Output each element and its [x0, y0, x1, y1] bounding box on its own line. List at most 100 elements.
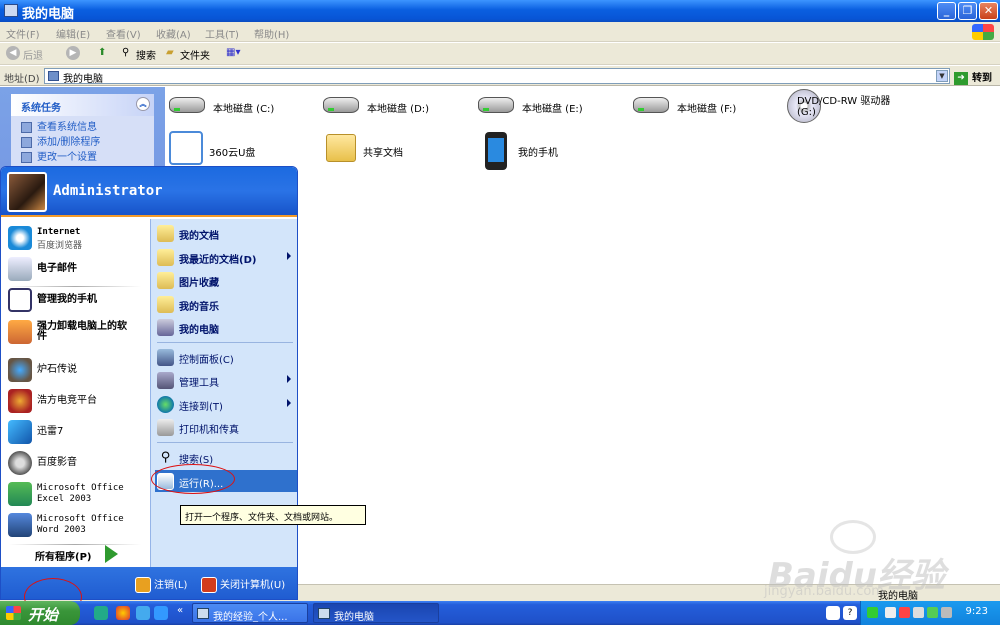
place-label: 连接到(T) — [179, 402, 223, 413]
place-my-computer[interactable]: 我的电脑 — [155, 316, 297, 338]
hard-disk-icon — [323, 97, 359, 113]
menu-edit[interactable]: 编辑(E) — [56, 26, 90, 41]
program-internet[interactable]: Internet 百度浏览器 — [5, 223, 147, 253]
phone-icon[interactable] — [485, 132, 507, 170]
user-name: Administrator — [53, 183, 163, 199]
place-label: 图片收藏 — [179, 278, 219, 289]
my-computer-icon — [4, 4, 18, 17]
shield-icon[interactable] — [927, 607, 938, 618]
program-word[interactable]: Microsoft Office Word 2003 — [5, 510, 147, 540]
place-my-pictures[interactable]: 图片收藏 — [155, 269, 297, 291]
forward-icon[interactable]: ▶ — [66, 46, 80, 60]
close-button[interactable]: ✕ — [979, 2, 998, 20]
taskbar: 开始 « 我的经验_个人... 我的电脑 ? 9:23 — [0, 601, 1000, 625]
start-menu: Administrator Internet 百度浏览器 电子邮件 管理我的手机… — [0, 166, 298, 600]
task-link-add-remove[interactable]: 添加/删除程序 — [11, 135, 154, 150]
menu-help[interactable]: 帮助(H) — [254, 26, 289, 41]
dvd-label-line2: (G:) — [797, 107, 816, 118]
program-hearthstone[interactable]: 炉石传说 — [5, 355, 147, 385]
taskbar-button-my-computer[interactable]: 我的电脑 — [313, 603, 439, 623]
volume-icon[interactable] — [913, 607, 924, 618]
go-button[interactable]: ➜ 转到 — [954, 69, 992, 85]
excel-icon — [8, 482, 32, 506]
place-admin-tools[interactable]: 管理工具 — [155, 369, 297, 391]
menu-tools[interactable]: 工具(T) — [205, 26, 239, 41]
usb-drive-label[interactable]: 360云U盘 — [209, 144, 255, 159]
search-button[interactable]: 搜索 — [136, 47, 156, 62]
program-title: 炉石传说 — [37, 364, 77, 375]
submenu-arrow-icon — [287, 399, 291, 407]
program-excel[interactable]: Microsoft Office Excel 2003 — [5, 479, 147, 509]
folders-button[interactable]: 文件夹 — [180, 47, 210, 62]
task-link-system-info[interactable]: 查看系统信息 — [11, 120, 154, 135]
clock[interactable]: 9:23 — [966, 606, 988, 617]
place-my-documents[interactable]: 我的文档 — [155, 222, 297, 244]
chevron-down-icon[interactable]: ▼ — [936, 70, 948, 82]
task-link-settings[interactable]: 更改一个设置 — [11, 150, 154, 165]
program-title-line2: 件 — [37, 331, 47, 342]
back-icon[interactable]: ◀ — [6, 46, 20, 60]
ie-icon[interactable] — [136, 606, 150, 620]
show-desktop-icon[interactable] — [94, 606, 108, 620]
place-recent-documents[interactable]: 我最近的文档(D) — [155, 246, 297, 268]
program-thunder[interactable]: 迅雷7 — [5, 417, 147, 447]
windows-logo-icon — [6, 606, 21, 620]
program-subtitle: Word 2003 — [37, 525, 86, 535]
security-icon[interactable] — [899, 607, 910, 618]
run-tooltip: 打开一个程序、文件夹、文档或网站。 — [180, 505, 366, 525]
place-my-music[interactable]: 我的音乐 — [155, 293, 297, 315]
drive-label: 本地磁盘 (F:) — [677, 104, 737, 115]
word-icon — [8, 513, 32, 537]
network-icon[interactable] — [867, 607, 878, 618]
tray-expand-icon[interactable] — [885, 607, 896, 618]
minimize-button[interactable]: _ — [937, 2, 956, 20]
task-link-label: 添加/删除程序 — [37, 137, 101, 148]
haofang-icon — [8, 389, 32, 413]
tray-keyboard-icon[interactable] — [826, 606, 840, 620]
avatar[interactable] — [7, 172, 47, 212]
dvd-label-line1: DVD/CD-RW 驱动器 — [797, 96, 891, 107]
window-titlebar[interactable]: 我的电脑 _ ❐ ✕ — [0, 0, 1000, 22]
program-email[interactable]: 电子邮件 — [5, 254, 147, 284]
chrome-icon[interactable] — [116, 606, 130, 620]
taskbar-button-browser[interactable]: 我的经验_个人... — [192, 603, 308, 623]
up-folder-icon[interactable]: ⬆ — [98, 47, 106, 58]
program-haofang[interactable]: 浩方电竞平台 — [5, 386, 147, 416]
shutdown-button[interactable]: 关闭计算机(U) — [201, 576, 285, 593]
menu-favorites[interactable]: 收藏(A) — [156, 26, 191, 41]
program-manage-phone[interactable]: 管理我的手机 — [5, 285, 147, 315]
drive-label: 本地磁盘 (C:) — [213, 104, 275, 115]
usb-drive-icon[interactable] — [169, 131, 203, 165]
pictures-folder-icon — [157, 272, 174, 289]
back-button[interactable]: 后退 — [23, 47, 43, 62]
restore-button[interactable]: ❐ — [958, 2, 977, 20]
place-connect-to[interactable]: 连接到(T) — [155, 393, 297, 415]
system-tasks-header[interactable]: 系统任务 ︽ — [11, 94, 154, 116]
arrow-right-icon[interactable] — [105, 545, 118, 563]
quicklaunch-expand-icon[interactable]: « — [177, 605, 183, 616]
all-programs-button[interactable]: 所有程序(P) — [35, 548, 91, 563]
search-icon: ⚲ — [122, 47, 130, 58]
place-printers[interactable]: 打印机和传真 — [155, 416, 297, 438]
folders-icon: ▰ — [166, 47, 174, 58]
place-control-panel[interactable]: 控制面板(C) — [155, 346, 297, 368]
logoff-button[interactable]: 注销(L) — [135, 576, 187, 593]
collapse-icon[interactable]: ︽ — [136, 97, 150, 111]
menu-file[interactable]: 文件(F) — [6, 26, 40, 41]
menu-view[interactable]: 查看(V) — [106, 26, 141, 41]
help-icon[interactable]: ? — [843, 606, 857, 620]
programs-icon — [21, 137, 32, 148]
shared-docs-label[interactable]: 共享文档 — [363, 144, 403, 159]
folder-icon[interactable] — [326, 134, 356, 162]
program-title: 电子邮件 — [37, 263, 77, 274]
address-field[interactable]: 我的电脑 ▼ — [44, 68, 950, 85]
start-button[interactable]: 开始 — [0, 601, 80, 625]
media-icon[interactable] — [154, 606, 168, 620]
program-baidu-player[interactable]: 百度影音 — [5, 448, 147, 478]
program-title: 管理我的手机 — [37, 294, 97, 305]
taskbar-button-label: 我的经验_个人... — [213, 612, 288, 623]
speaker-icon[interactable] — [941, 607, 952, 618]
my-phone-label[interactable]: 我的手机 — [518, 144, 558, 159]
program-uninstaller[interactable]: 强力卸载电脑上的软 件 — [5, 317, 147, 347]
views-icon[interactable]: ▦▾ — [226, 47, 240, 58]
